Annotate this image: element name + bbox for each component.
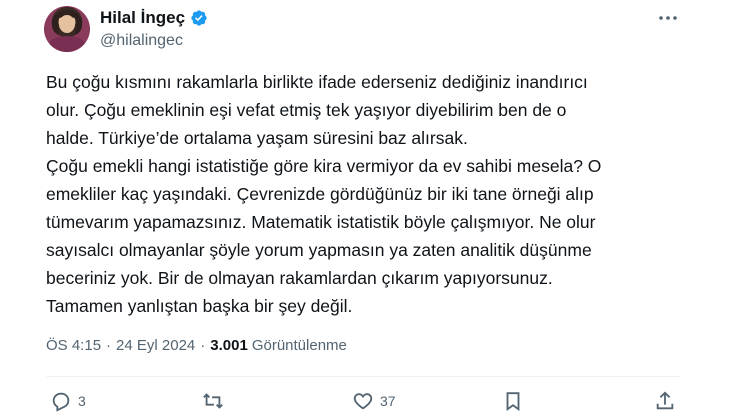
more-options-icon[interactable] <box>656 8 680 28</box>
bookmark-icon <box>506 392 520 412</box>
tweet-text-line: Tamamen yanlıştan başka bir şey değil. <box>46 296 353 316</box>
tweet-meta: ÖS 4:15 · 24 Eyl 2024 · 3.001 Görüntülen… <box>46 337 347 354</box>
tweet-time[interactable]: ÖS 4:15 <box>46 337 101 354</box>
like-count: 37 <box>380 393 396 409</box>
views-label: Görüntülenme <box>251 337 347 354</box>
tweet-text-line: beceriniz yok. Bir de olmayan rakamlarda… <box>46 268 553 288</box>
tweet-text-line: Bu çoğu kısmını rakamlarla birlikte ifad… <box>46 72 588 92</box>
views-count: 3.001 <box>210 337 248 354</box>
reply-button[interactable]: 3 <box>50 390 86 412</box>
author-name[interactable]: Hilal İngeç <box>100 8 185 28</box>
tweet-text-line: Çoğu emekli hangi istatistiğe göre kira … <box>46 156 602 176</box>
tweet-text-line: emekliler kaç yaşındaki. Çevrenizde görd… <box>46 184 594 204</box>
verified-badge-icon <box>191 10 207 26</box>
tweet-text-line: halde. Türkiye’de ortalama yaşam süresin… <box>46 128 468 148</box>
bookmark-button[interactable] <box>502 390 524 412</box>
avatar[interactable] <box>44 6 90 52</box>
tweet-text: Bu çoğu kısmını rakamlarla birlikte ifad… <box>46 68 696 320</box>
author-handle[interactable]: @hilalingec <box>100 32 183 50</box>
meta-separator: · <box>200 337 206 354</box>
tweet-text-line: olur. Çoğu emeklinin eşi vefat etmiş tek… <box>46 100 567 120</box>
like-button[interactable]: 37 <box>352 390 396 412</box>
meta-separator: · <box>106 337 112 354</box>
retweet-button[interactable] <box>202 390 230 412</box>
heart-icon <box>353 393 373 410</box>
tweet-text-line: sayısalcı olmayanlar şöyle yorum yapması… <box>46 240 592 260</box>
tweet-text-line: tümevarım yapamazsınız. Matematik istati… <box>46 212 596 232</box>
tweet-date[interactable]: 24 Eyl 2024 <box>116 337 195 354</box>
retweet-icon <box>203 393 223 409</box>
author-name-row: Hilal İngeç <box>100 8 208 28</box>
share-icon <box>656 391 674 410</box>
reply-count: 3 <box>78 393 86 409</box>
divider <box>46 376 680 377</box>
share-button[interactable] <box>654 390 676 412</box>
action-bar: 3 37 <box>46 390 680 416</box>
reply-icon <box>52 392 70 412</box>
